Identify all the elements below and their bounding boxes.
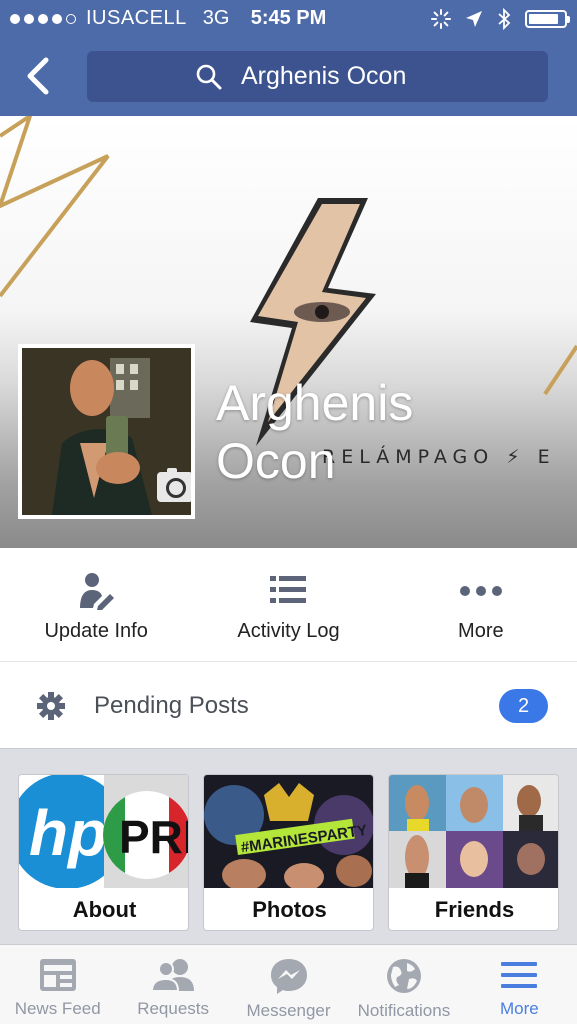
friends-image — [389, 775, 558, 888]
update-info-button[interactable]: Update Info — [0, 548, 192, 661]
tile-label: Photos — [252, 897, 327, 922]
cover-photo[interactable]: RELÁMPAGO ⚡ E Arghenis Ocon — [0, 116, 577, 548]
friends-tile[interactable]: Friends — [388, 774, 559, 931]
bottom-tab-bar: News Feed Requests Messenger Notificatio… — [0, 944, 577, 1024]
tab-more[interactable]: More — [462, 945, 577, 1024]
more-button[interactable]: More — [385, 548, 577, 661]
friend-requests-icon — [151, 959, 195, 992]
profile-actions: Update Info Activity Log More — [0, 548, 577, 662]
photos-tile[interactable]: #MARINESPARTY Photos — [203, 774, 374, 931]
about-tile[interactable]: hp PRI About — [18, 774, 189, 931]
top-bar: IUSACELL 3G 5:45 PM Arghenis Ocon — [0, 0, 577, 116]
pending-count-badge: 2 — [499, 689, 548, 723]
list-icon — [270, 576, 307, 603]
tab-label: News Feed — [14, 999, 101, 1018]
battery-icon — [525, 10, 570, 28]
tab-label: More — [499, 999, 539, 1018]
action-label: More — [458, 620, 504, 642]
svg-text:PRI: PRI — [119, 811, 189, 863]
status-bar: IUSACELL 3G 5:45 PM — [0, 0, 577, 38]
profile-name: Arghenis Ocon — [216, 375, 414, 489]
tab-label: Requests — [137, 999, 210, 1018]
tab-requests[interactable]: Requests — [115, 945, 230, 1024]
tab-label: Messenger — [246, 1001, 331, 1020]
gear-icon — [37, 692, 65, 720]
svg-text:hp: hp — [29, 797, 107, 869]
location-arrow-icon — [466, 11, 482, 27]
news-feed-icon — [39, 959, 76, 991]
chevron-left-icon — [27, 57, 49, 95]
status-icons — [431, 8, 570, 30]
search-value: Arghenis Ocon — [241, 62, 407, 90]
photos-image: #MARINESPARTY — [204, 775, 373, 888]
activity-log-button[interactable]: Activity Log — [192, 548, 384, 661]
search-icon — [196, 64, 222, 90]
tile-label: Friends — [434, 897, 515, 922]
more-dots-icon — [459, 586, 502, 596]
activity-spinner-icon — [431, 9, 451, 29]
tab-notifications[interactable]: Notifications — [346, 945, 461, 1024]
menu-icon — [501, 962, 538, 988]
profile-picture[interactable] — [18, 344, 195, 519]
back-button[interactable] — [22, 56, 58, 96]
camera-icon[interactable] — [157, 468, 191, 502]
tab-messenger[interactable]: Messenger — [231, 945, 346, 1024]
pending-posts-row[interactable]: Pending Posts 2 — [0, 663, 577, 748]
edit-profile-icon — [80, 573, 115, 610]
tile-label: About — [72, 897, 137, 922]
action-label: Update Info — [44, 620, 148, 642]
bluetooth-icon — [498, 8, 511, 30]
action-label: Activity Log — [237, 620, 340, 642]
globe-icon — [386, 959, 421, 993]
about-image: hp PRI — [19, 775, 189, 888]
search-input[interactable]: Arghenis Ocon — [87, 51, 548, 102]
tab-news-feed[interactable]: News Feed — [0, 945, 115, 1024]
messenger-icon — [270, 959, 307, 994]
tab-label: Notifications — [357, 1001, 451, 1020]
pending-posts-label: Pending Posts — [94, 692, 249, 719]
